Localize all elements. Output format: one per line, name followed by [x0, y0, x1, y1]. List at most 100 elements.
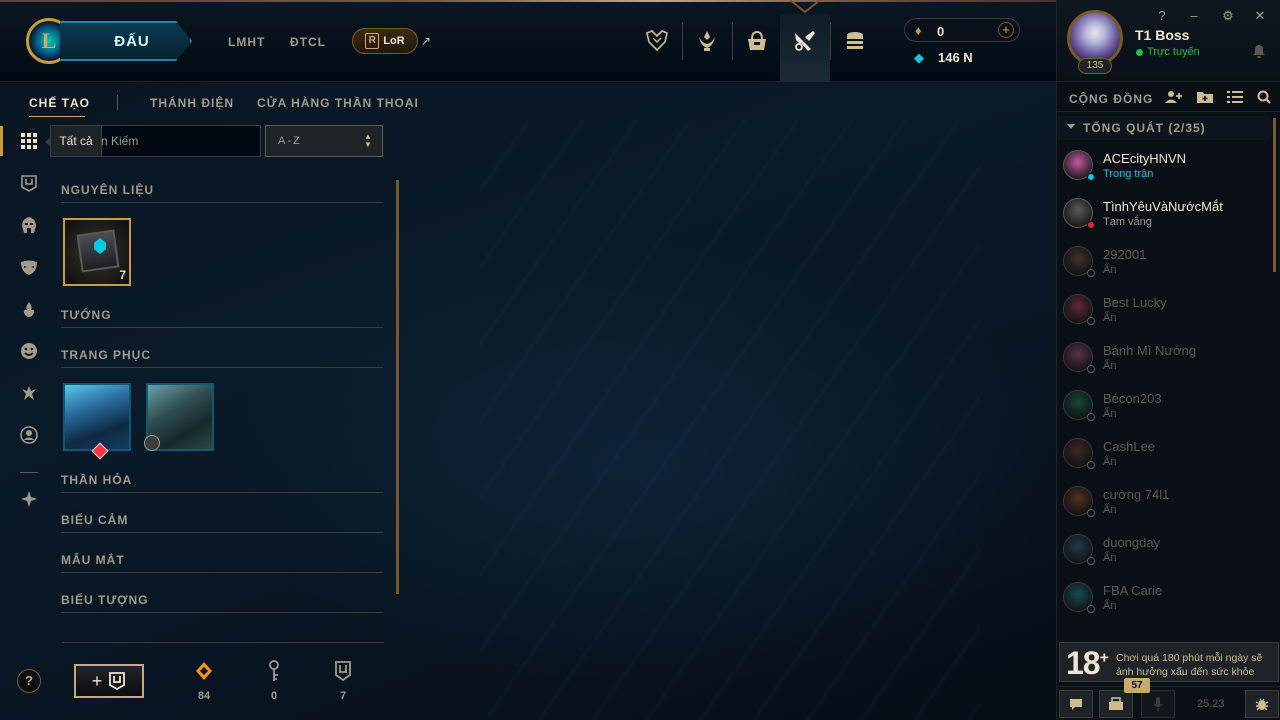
- friend-list-item[interactable]: Best Lucky Ẩn: [1057, 288, 1271, 336]
- nav-tft[interactable]: ĐTCL: [290, 35, 326, 49]
- friend-status-dot: [1087, 509, 1095, 517]
- friend-name: Bécon203: [1103, 391, 1162, 406]
- blue-essence-value: 146 N: [938, 50, 973, 65]
- worlds-icon[interactable]: [632, 14, 682, 68]
- friend-status: Ẩn: [1103, 264, 1117, 276]
- friend-list-item[interactable]: cường 74l1 Ẩn: [1057, 480, 1271, 528]
- category-skins: TRANG PHỤC: [61, 348, 151, 362]
- missions-badge: 57: [1124, 678, 1150, 693]
- chest-icon: [109, 672, 126, 690]
- play-button[interactable]: ĐẤU: [60, 21, 192, 61]
- disenchant-filter-icon[interactable]: [18, 488, 40, 510]
- rarity-coin-icon: [144, 435, 160, 451]
- friend-list-item[interactable]: ACEcityHNVN Trong trận: [1057, 144, 1271, 192]
- friend-name: 292001: [1103, 247, 1147, 262]
- category-divider: [61, 327, 383, 328]
- chest-filter-icon[interactable]: [18, 172, 40, 194]
- lor-button[interactable]: R LoR: [352, 28, 418, 54]
- tab-mythic-shop[interactable]: CỬA HÀNG THẦN THOẠI: [257, 96, 419, 110]
- voice-mic-icon[interactable]: [1141, 690, 1175, 718]
- filter-divider: [20, 472, 38, 473]
- friend-name: Best Lucky: [1103, 295, 1167, 310]
- friend-status-dot: [1087, 221, 1095, 229]
- chest-counter: 7: [328, 660, 358, 702]
- tab-sanctum[interactable]: THÁNH ĐIỆN: [150, 96, 234, 110]
- friend-status-dot: [1087, 269, 1095, 277]
- crafting-icon[interactable]: [780, 14, 830, 82]
- friend-status: Ẩn: [1103, 600, 1117, 612]
- friend-name: FBA Carie: [1103, 583, 1163, 598]
- nav-lol[interactable]: LMHT: [228, 35, 265, 49]
- friend-status-dot: [1087, 413, 1095, 421]
- health-warning-text: Chơi quá 180 phút mỗi ngày sẽ ảnh hưởng …: [1116, 652, 1263, 678]
- friend-name: Bánh Mì Nướng: [1103, 343, 1197, 358]
- friend-name: cường 74l1: [1103, 487, 1170, 502]
- social-panel: 135 T1 Boss Trực tuyến ? – ⚙ ✕ CỘNG ĐỒNG…: [1056, 0, 1280, 720]
- friend-status: Trong trận: [1103, 168, 1154, 180]
- friend-status-dot: [1087, 317, 1095, 325]
- skin-shard-card[interactable]: [144, 383, 214, 451]
- chest-item-card[interactable]: 7: [63, 218, 131, 286]
- sort-arrows-icon: ▲ ▼: [364, 132, 372, 149]
- client-version: 25.23: [1197, 698, 1225, 710]
- skin-filter-icon[interactable]: [18, 256, 40, 278]
- friend-list-item[interactable]: TìnhYêuVàNướcMắt Tạm vắng: [1057, 192, 1271, 240]
- category-divider: [61, 612, 383, 613]
- friend-list-item[interactable]: FBA Carie Ẩn: [1057, 576, 1271, 624]
- friend-status: Ẩn: [1103, 552, 1117, 564]
- friend-status-dot: [1087, 173, 1095, 181]
- category-divider: [61, 492, 383, 493]
- friend-status: Ẩn: [1103, 360, 1117, 372]
- category-wards: THẦN HỎA: [61, 473, 133, 487]
- filter-active-indicator: [0, 126, 3, 156]
- friend-status: Ẩn: [1103, 312, 1117, 324]
- help-button[interactable]: ?: [17, 669, 41, 693]
- inventory-scrollbar[interactable]: [396, 180, 399, 594]
- ranked-icon[interactable]: [682, 14, 732, 68]
- skin-shard-card[interactable]: [63, 383, 131, 460]
- orange-essence-counter: 84: [189, 660, 219, 702]
- friend-list-item[interactable]: Bécon203 Ẩn: [1057, 384, 1271, 432]
- rp-icon: ♦: [915, 23, 922, 38]
- category-eye-skins: MẪU MẮT: [61, 553, 125, 567]
- friend-list-item[interactable]: CashLee Ẩn: [1057, 432, 1271, 480]
- orange-essence-icon: [189, 660, 219, 682]
- footer-divider: [62, 642, 384, 643]
- search-input[interactable]: n Kiếm: [96, 125, 261, 157]
- emote-filter-icon[interactable]: [18, 340, 40, 362]
- friend-list-item[interactable]: duongday Ẩn: [1057, 528, 1271, 576]
- missions-icon[interactable]: [1099, 690, 1133, 718]
- chest-icon: [328, 660, 358, 682]
- category-divider: [61, 572, 383, 573]
- friend-list-item[interactable]: Bánh Mì Nướng Ẩn: [1057, 336, 1271, 384]
- health-warning: 18+ Chơi quá 180 phút mỗi ngày sẽ ảnh hư…: [1059, 642, 1279, 682]
- friend-list-item[interactable]: 292001 Ẩn: [1057, 240, 1271, 288]
- friend-status-dot: [1087, 461, 1095, 469]
- profile-icon-filter-icon[interactable]: [18, 424, 40, 446]
- category-divider: [61, 532, 383, 533]
- eye-skin-filter-icon[interactable]: [18, 382, 40, 404]
- friend-status-dot: [1087, 557, 1095, 565]
- category-divider: [61, 202, 383, 203]
- ward-filter-icon[interactable]: [18, 298, 40, 320]
- background-streaks: [480, 120, 980, 720]
- friend-status: Tạm vắng: [1103, 216, 1152, 228]
- tab-separator: [117, 95, 118, 110]
- social-footer: 25.23: [1057, 686, 1280, 720]
- grid-all-icon[interactable]: [18, 130, 40, 152]
- loot-icon[interactable]: [830, 14, 880, 68]
- key-counter: 0: [259, 660, 289, 702]
- buy-rp-button[interactable]: +: [998, 22, 1014, 38]
- friend-name: duongday: [1103, 535, 1161, 550]
- friend-name: CashLee: [1103, 439, 1156, 454]
- chat-icon[interactable]: [1059, 690, 1093, 718]
- store-icon[interactable]: [732, 14, 782, 68]
- craft-key-button[interactable]: +: [74, 664, 144, 698]
- champion-filter-icon[interactable]: [18, 214, 40, 236]
- tab-crafting[interactable]: CHẾ TẠO: [29, 96, 90, 110]
- blue-essence-icon: ◆: [914, 50, 924, 65]
- friend-name: TìnhYêuVàNướcMắt: [1103, 199, 1223, 214]
- friend-status: Ẩn: [1103, 504, 1117, 516]
- bug-report-icon[interactable]: [1245, 690, 1279, 718]
- friend-status-dot: [1087, 605, 1095, 613]
